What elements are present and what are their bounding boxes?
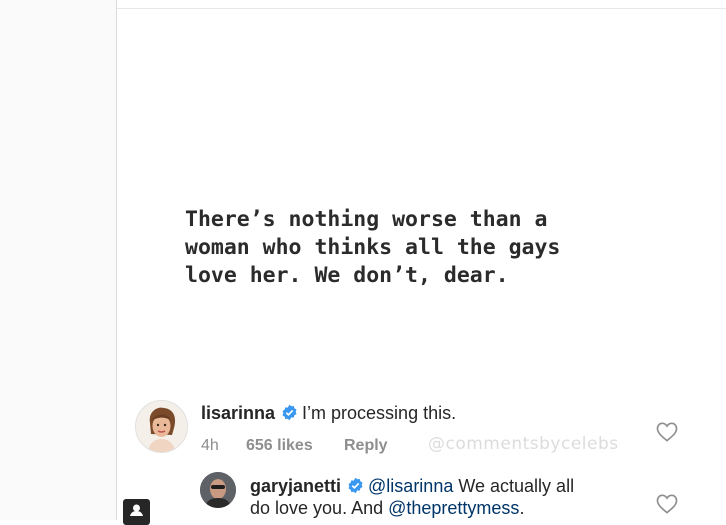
- comment-text: do love you. And: [250, 498, 389, 518]
- comment-username[interactable]: lisarinna: [201, 403, 275, 423]
- comment-garyjanetti-line1: garyjanetti @lisarinna We actually all: [250, 476, 574, 497]
- comment-text: I’m processing this.: [302, 403, 457, 423]
- avatar-photo: [200, 472, 236, 508]
- avatar-illustration: [136, 401, 187, 452]
- camera-button[interactable]: [123, 499, 150, 525]
- mention-link[interactable]: @lisarinna: [368, 476, 453, 496]
- verified-badge-icon: [348, 477, 363, 494]
- avatar-garyjanetti[interactable]: [200, 472, 236, 508]
- comment-time: 4h: [201, 437, 219, 454]
- verified-badge-icon: [282, 404, 297, 421]
- heart-icon[interactable]: [656, 494, 678, 514]
- comment-text: We actually all: [453, 476, 575, 496]
- comment-username[interactable]: garyjanetti: [250, 476, 341, 496]
- quote-line-1: There’s nothing worse than a: [185, 207, 548, 232]
- reply-button[interactable]: Reply: [344, 437, 388, 455]
- watermark: @commentsbycelebs: [428, 434, 619, 454]
- post-quote: There’s nothing worse than a woman who t…: [185, 206, 665, 290]
- left-gutter: [0, 0, 117, 520]
- quote-line-3: love her. We don’t, dear.: [185, 263, 509, 288]
- quote-line-2: woman who thinks all the gays: [185, 235, 561, 260]
- avatar-lisarinna[interactable]: [135, 400, 188, 453]
- top-divider: [117, 8, 726, 9]
- comment-text: .: [519, 498, 525, 518]
- heart-icon[interactable]: [656, 422, 678, 442]
- comment-garyjanetti-line2: do love you. And @theprettymess.: [250, 498, 524, 519]
- comment-lisarinna: lisarinna I’m processing this.: [201, 403, 456, 424]
- comment-likes[interactable]: 656 likes: [246, 437, 313, 455]
- camera-icon: [130, 504, 143, 516]
- mention-link[interactable]: @theprettymess: [388, 498, 519, 518]
